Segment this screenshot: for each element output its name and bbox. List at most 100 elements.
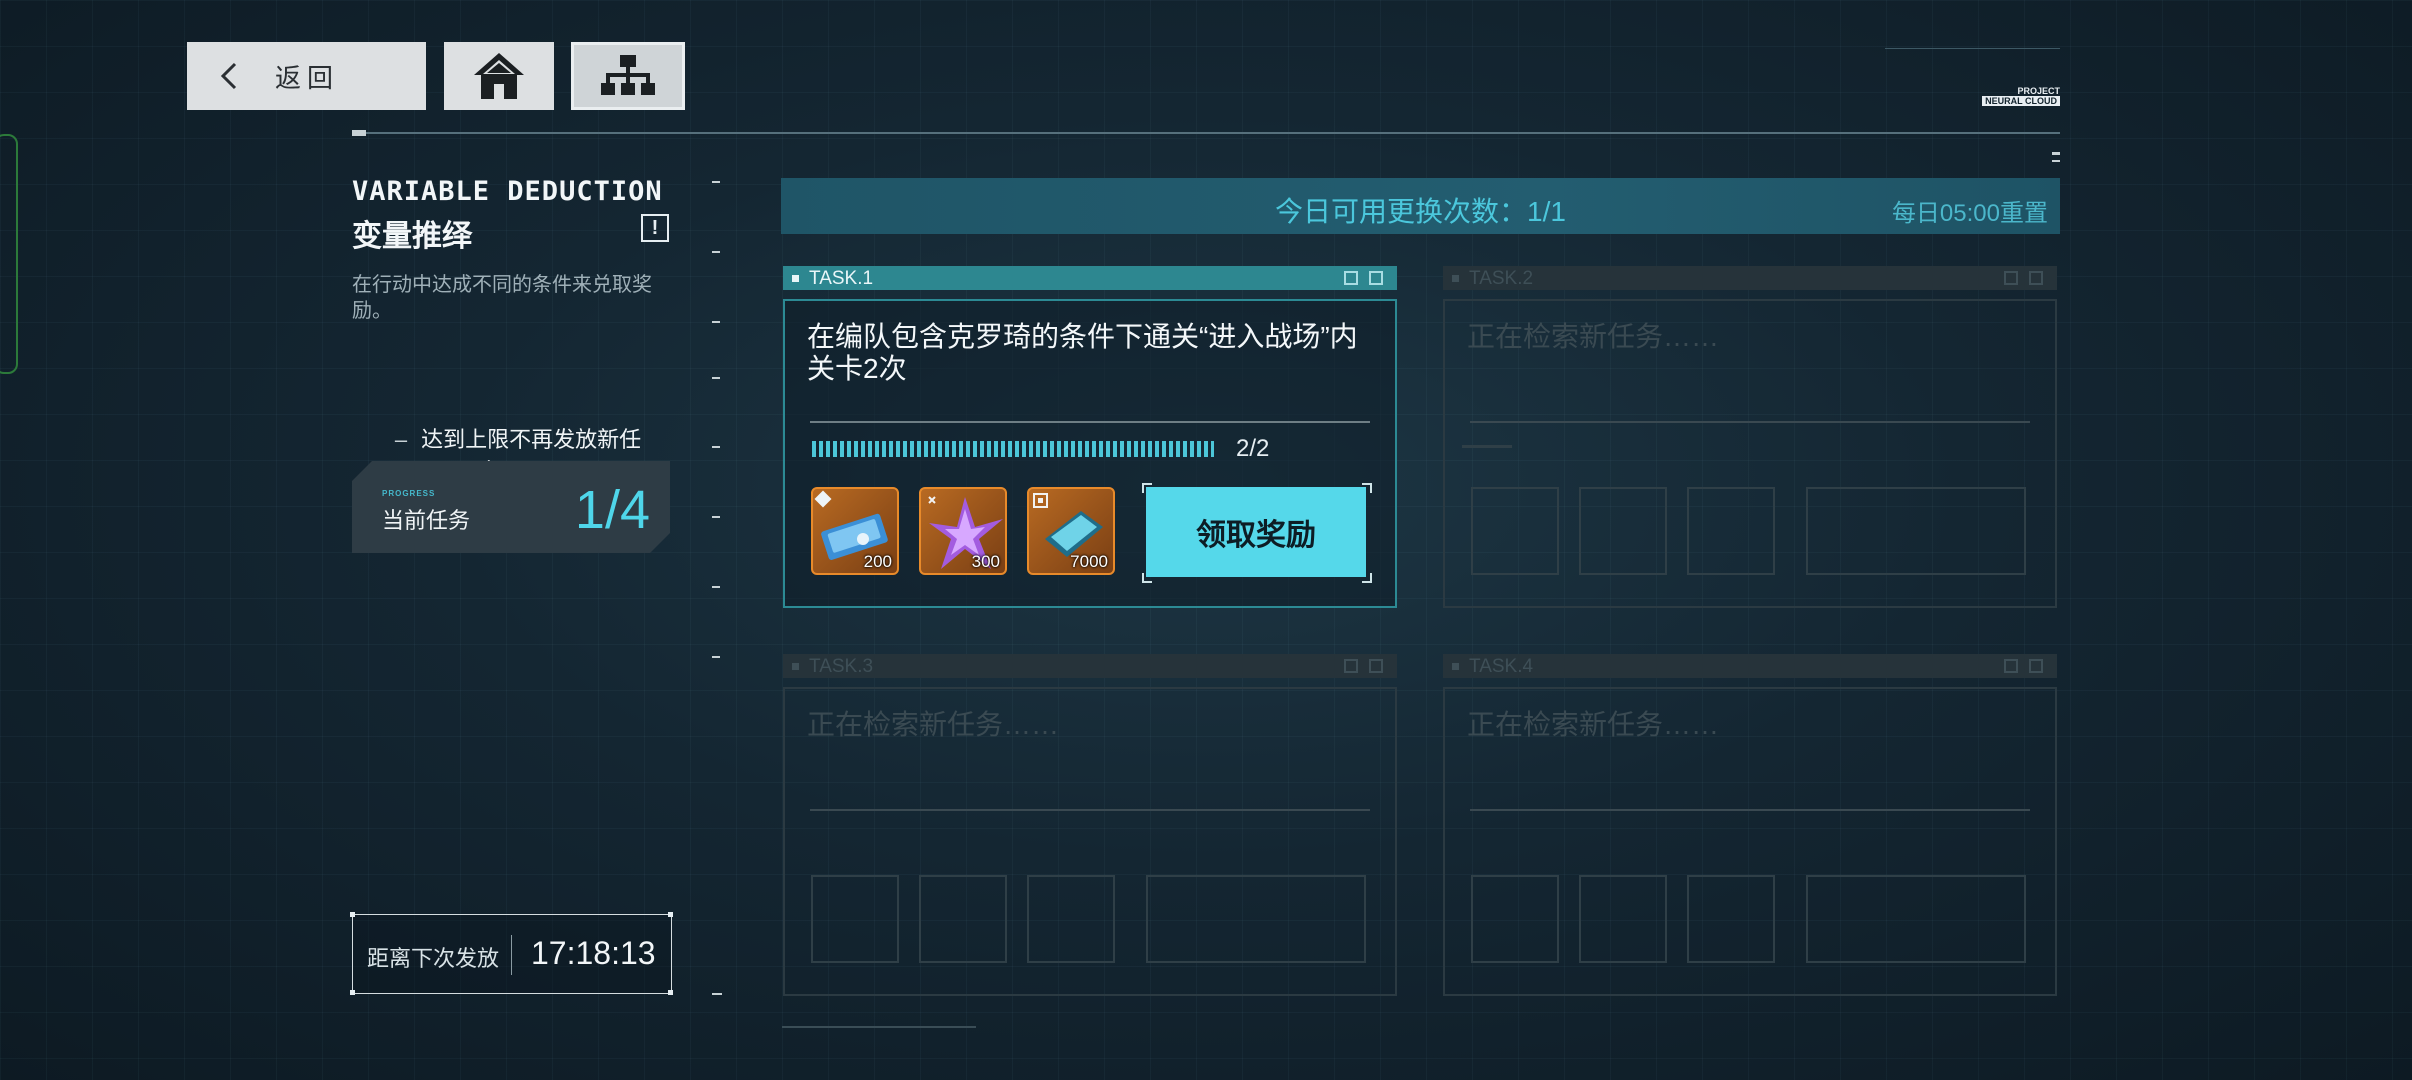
swap-count-text: 今日可用更换次数：1/1 [1275, 196, 1566, 227]
reward-slot-empty [1687, 875, 1775, 963]
ruler-tick [712, 446, 720, 448]
ruler-tick [712, 321, 720, 323]
task-progress-bar [812, 441, 1214, 457]
ruler-tick [712, 251, 720, 253]
task-header: TASK.2 [1443, 266, 2057, 290]
task-separator [810, 809, 1370, 811]
home-icon [474, 53, 524, 99]
current-task-count: 1/4 [574, 480, 650, 540]
reward-slot-empty [1579, 875, 1667, 963]
project-neural-cloud-logo: PROJECT NEURAL CLOUD [1982, 86, 2060, 106]
chevron-left-icon [220, 62, 237, 90]
divider-tick [352, 130, 366, 136]
button-slot-empty [1806, 487, 2026, 575]
header-divider [352, 132, 2060, 134]
countdown-label: 距离下次发放 [367, 946, 500, 971]
reward-slot-empty [919, 875, 1007, 963]
task-header-dot [1452, 663, 1459, 670]
ruler-tick-bottom [712, 993, 722, 995]
expand-icon[interactable] [1344, 271, 1358, 285]
back-button[interactable]: 返回 [187, 42, 426, 110]
ruler-tick [712, 656, 720, 658]
task-body: 正在检索新任务…… [783, 687, 1397, 996]
ruler-tick [712, 586, 720, 588]
logo-line1: PROJECT [2017, 86, 2060, 96]
task-card-3: TASK.3 正在检索新任务…… [783, 654, 1397, 996]
expand-icon [1344, 659, 1358, 673]
reward-item-ticket[interactable]: 200 [811, 487, 899, 575]
reward-slot-empty [1471, 875, 1559, 963]
button-corner [1362, 573, 1372, 583]
task-header-dot [792, 663, 799, 670]
task-description: 正在检索新任务…… [807, 709, 1060, 740]
current-task-label: 当前任务 [382, 508, 471, 533]
swap-task-icon[interactable] [1369, 271, 1383, 285]
corner-dot [350, 912, 355, 917]
countdown-time: 17:18:13 [531, 935, 656, 971]
task-header-title: TASK.3 [809, 656, 874, 677]
countdown-separator [511, 935, 512, 975]
button-corner [1142, 573, 1152, 583]
reset-time-text: 每日05:00重置 [1891, 200, 2048, 227]
reward-slot-empty [1471, 487, 1559, 575]
task-description: 正在检索新任务…… [1467, 709, 1720, 740]
corner-dot [350, 990, 355, 995]
reward-item-crystal[interactable]: 300 [919, 487, 1007, 575]
title-chinese: 变量推绎 [352, 220, 472, 253]
reward-qty: 7000 [1070, 552, 1108, 571]
reward-slot-empty [1579, 487, 1667, 575]
reward-slot-empty [1687, 487, 1775, 575]
hierarchy-button[interactable] [571, 42, 685, 110]
corner-dot [668, 990, 673, 995]
task-description: 在编队包含克罗琦的条件下通关“进入战场”内关卡2次 [807, 321, 1358, 384]
button-corner [1142, 483, 1152, 493]
ruler-tick [712, 377, 720, 379]
progress-placeholder [1462, 445, 1512, 448]
task-header-dot [1452, 275, 1459, 282]
top-decoration-line [1885, 48, 2060, 49]
reward-slot-empty [1027, 875, 1115, 963]
task-body: 在编队包含克罗琦的条件下通关“进入战场”内关卡2次 2/2 200 300 70… [783, 299, 1397, 608]
swap-task-icon [2029, 659, 2043, 673]
expand-icon [2004, 659, 2018, 673]
title-english: VARIABLE DEDUCTION [352, 176, 663, 207]
task-description: 正在检索新任务…… [1467, 321, 1720, 352]
task-separator [1470, 809, 2030, 811]
task-card-2: TASK.2 正在检索新任务…… [1443, 266, 2057, 608]
reward-qty: 300 [971, 552, 1000, 571]
side-edge-frame [0, 134, 18, 374]
button-slot-empty [1806, 875, 2026, 963]
event-description: 在行动中达成不同的条件来兑取奖励。 [352, 274, 652, 322]
ruler-tick [712, 516, 720, 518]
bottom-decoration-tick [962, 1026, 976, 1028]
back-label: 返回 [275, 63, 340, 94]
reward-item-chip[interactable]: 7000 [1027, 487, 1115, 575]
bottom-decoration-line [782, 1026, 972, 1028]
task-card-1: TASK.1 在编队包含克罗琦的条件下通关“进入战场”内关卡2次 2/2 200… [783, 266, 1397, 608]
swap-task-icon [1369, 659, 1383, 673]
claim-reward-button[interactable]: 领取奖励 [1146, 487, 1366, 577]
reward-qty: 200 [863, 552, 892, 571]
swap-task-icon [2029, 271, 2043, 285]
corner-dot [668, 912, 673, 917]
expand-icon [2004, 271, 2018, 285]
next-issue-countdown: 距离下次发放 17:18:13 [352, 914, 672, 994]
reward-slot-empty [811, 875, 899, 963]
task-body: 正在检索新任务…… [1443, 299, 2057, 608]
divider-tick-right-2 [2052, 160, 2060, 162]
button-slot-empty [1146, 875, 1366, 963]
progress-small-label: PROGRESS [382, 489, 436, 498]
info-icon[interactable]: ! [641, 214, 669, 242]
logo-line2: NEURAL CLOUD [1982, 96, 2060, 106]
task-header-dot [792, 275, 799, 282]
task-header-title: TASK.4 [1469, 656, 1534, 677]
task-header: TASK.4 [1443, 654, 2057, 678]
task-card-4: TASK.4 正在检索新任务…… [1443, 654, 2057, 996]
button-corner [1362, 483, 1372, 493]
task-header-title: TASK.2 [1469, 268, 1534, 289]
task-separator [1470, 421, 2030, 423]
divider-tick-right [2052, 152, 2060, 155]
task-separator [810, 421, 1370, 423]
current-task-progress-card: PROGRESS 当前任务 1/4 [352, 461, 670, 553]
home-button[interactable] [444, 42, 554, 110]
